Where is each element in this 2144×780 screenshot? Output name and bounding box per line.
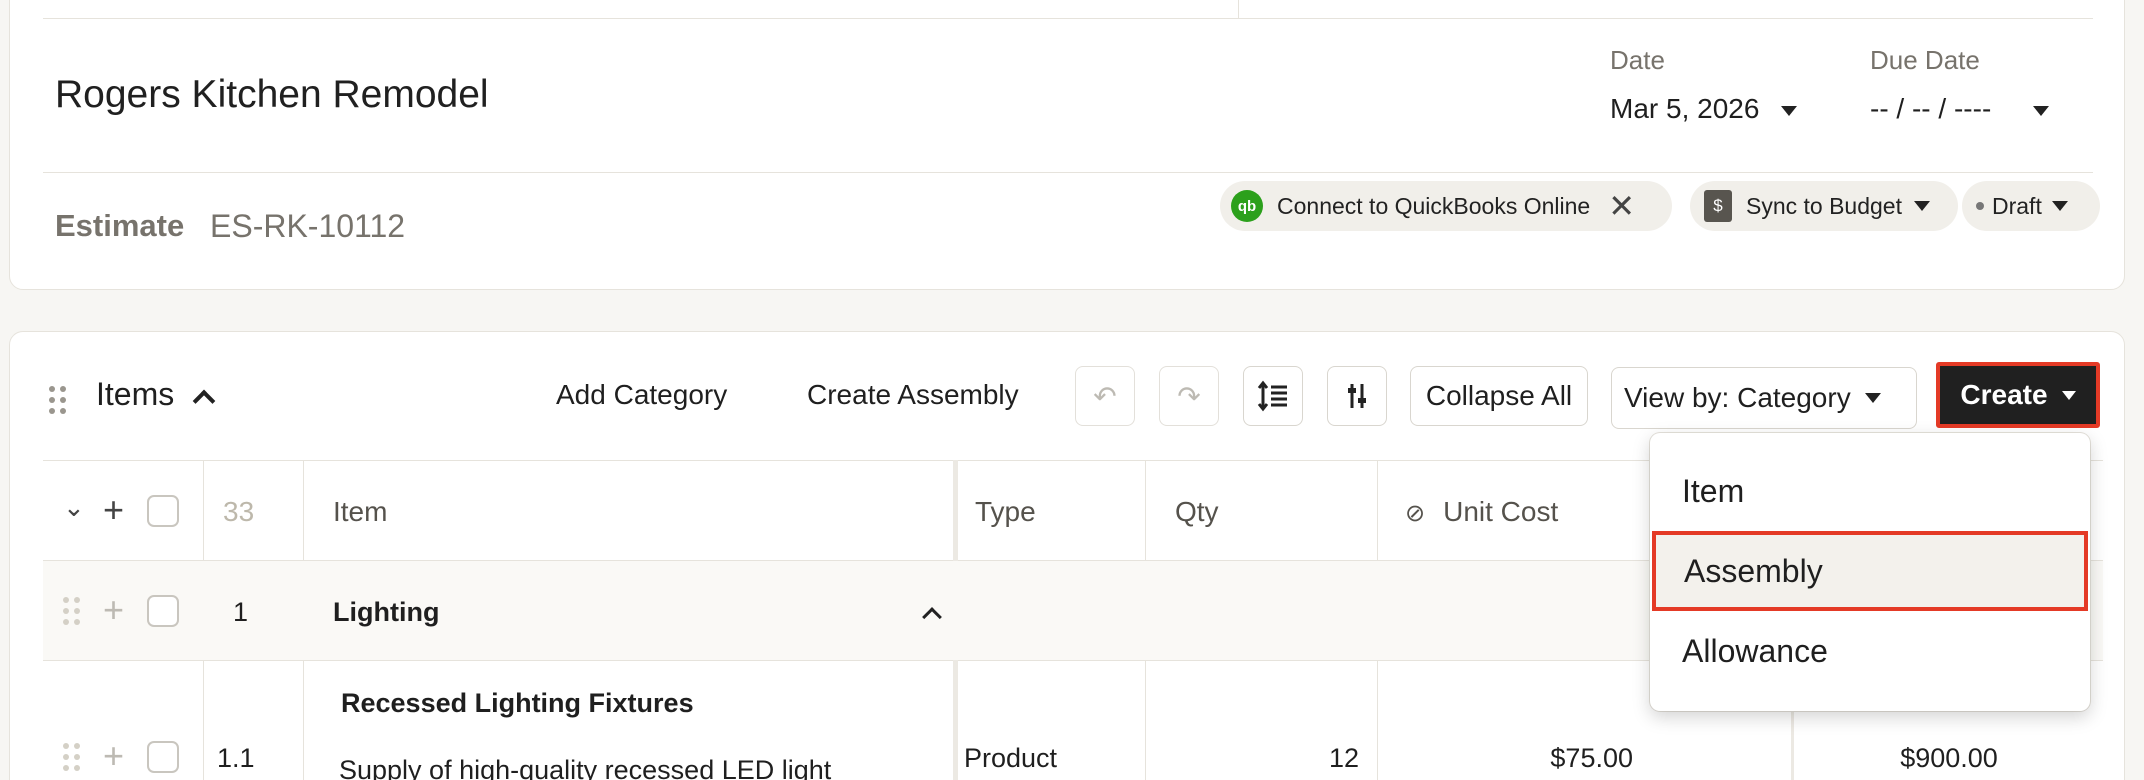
row-checkbox[interactable] <box>147 741 179 773</box>
create-assembly-button[interactable]: Create Assembly <box>807 379 1019 411</box>
divider <box>43 172 2093 173</box>
item-qty[interactable]: 12 <box>1145 743 1359 774</box>
quickbooks-label: Connect to QuickBooks Online <box>1277 192 1591 219</box>
status-label: Draft <box>1992 192 2042 219</box>
caret-down-icon <box>2033 105 2050 116</box>
item-type[interactable]: Product <box>964 743 1057 774</box>
divider <box>1238 0 1239 18</box>
caret-down-icon <box>1914 201 1930 211</box>
row-number: 1.1 <box>217 743 255 773</box>
menu-item-item[interactable]: Item <box>1650 451 2090 531</box>
status-dot-icon <box>1976 202 1984 210</box>
add-category-button[interactable]: Add Category <box>556 379 727 411</box>
row-number: 1 <box>233 597 249 627</box>
quickbooks-icon: qb <box>1231 190 1263 222</box>
date-picker[interactable]: Mar 5, 2026 <box>1610 93 1798 125</box>
drag-handle-icon[interactable] <box>63 743 80 771</box>
create-button[interactable]: Create <box>1936 362 2100 428</box>
view-by-dropdown[interactable]: View by: Category <box>1611 367 1917 429</box>
column-settings-button[interactable] <box>1327 366 1387 426</box>
drag-handle-icon[interactable] <box>49 386 66 414</box>
due-date-label: Due Date <box>1870 45 1980 75</box>
item-name[interactable]: Recessed Lighting Fixtures <box>341 688 694 719</box>
date-label: Date <box>1610 45 1665 75</box>
items-title: Items <box>96 376 175 412</box>
caret-down-icon <box>2051 201 2068 211</box>
divider <box>43 18 2093 19</box>
view-by-label: View by: Category <box>1624 382 1851 413</box>
sync-label: Sync to Budget <box>1746 192 1902 219</box>
column-header-item[interactable]: Item <box>333 496 387 528</box>
add-row-icon[interactable]: + <box>103 592 124 628</box>
undo-button[interactable]: ↶ <box>1075 366 1135 426</box>
item-total: $900.00 <box>1900 743 1998 773</box>
create-label: Create <box>1960 379 2048 410</box>
sync-to-budget-dropdown[interactable]: $ Sync to Budget <box>1690 181 1958 231</box>
collapse-all-button[interactable]: Collapse All <box>1410 366 1588 426</box>
budget-icon: $ <box>1704 190 1732 222</box>
add-row-icon[interactable]: + <box>103 492 124 528</box>
column-header-type[interactable]: Type <box>975 496 1036 528</box>
drag-handle-icon[interactable] <box>63 597 80 625</box>
menu-item-allowance[interactable]: Allowance <box>1650 611 2090 691</box>
estimate-number: ES-RK-10112 <box>210 208 406 244</box>
item-unit-cost[interactable]: $75.00 <box>1377 743 1633 774</box>
eye-off-icon[interactable]: ⊘ <box>1405 500 1425 527</box>
row-checkbox[interactable] <box>147 595 179 627</box>
column-header-qty[interactable]: Qty <box>1175 496 1219 528</box>
estimate-label: Estimate <box>55 208 185 243</box>
undo-icon: ↶ <box>1093 380 1117 412</box>
chevron-up-icon[interactable] <box>192 389 216 413</box>
row-height-button[interactable] <box>1243 366 1303 426</box>
menu-item-assembly[interactable]: Assembly <box>1652 531 2088 611</box>
create-dropdown-menu: Item Assembly Allowance <box>1650 433 2090 711</box>
redo-icon: ↷ <box>1177 380 1201 412</box>
caret-down-icon <box>1781 105 1798 116</box>
due-date-value: -- / -- / ---- <box>1870 93 1992 124</box>
caret-down-icon <box>1864 393 1881 403</box>
caret-down-icon <box>2061 390 2076 400</box>
column-header-unit-cost[interactable]: ⊘ Unit Cost <box>1405 496 1558 528</box>
date-value: Mar 5, 2026 <box>1610 93 1760 124</box>
line-spacing-icon <box>1257 380 1287 412</box>
item-description: Supply of high-quality recessed LED ligh… <box>339 755 832 780</box>
project-title: Rogers Kitchen Remodel <box>55 73 489 116</box>
status-dropdown[interactable]: Draft <box>1962 181 2100 231</box>
expand-all-icon[interactable]: ⌄ <box>63 492 85 523</box>
due-date-picker[interactable]: -- / -- / ---- <box>1870 93 2050 125</box>
close-icon[interactable]: ✕ <box>1608 190 1635 222</box>
redo-button[interactable]: ↷ <box>1159 366 1219 426</box>
sliders-icon <box>1348 384 1366 408</box>
add-row-icon[interactable]: + <box>103 738 124 774</box>
quickbooks-connect-pill[interactable]: qb Connect to QuickBooks Online ✕ <box>1220 181 1672 231</box>
select-all-checkbox[interactable] <box>147 495 179 527</box>
category-name[interactable]: Lighting <box>333 597 439 628</box>
item-count: 33 <box>223 496 255 527</box>
estimate-header-card: Rogers Kitchen Remodel Date Mar 5, 2026 … <box>9 0 2125 290</box>
